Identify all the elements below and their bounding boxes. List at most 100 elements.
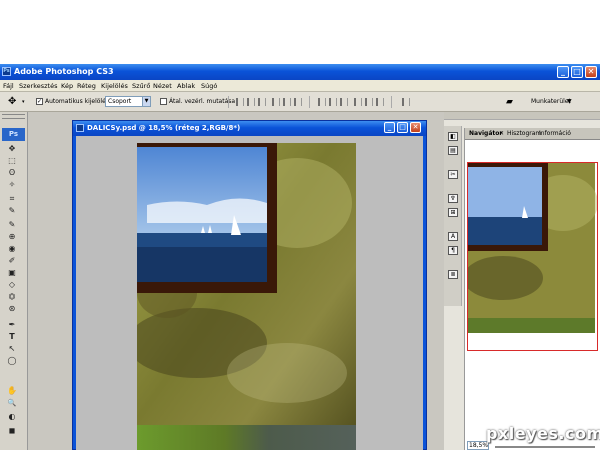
align-vcenter-icon[interactable] xyxy=(247,98,255,106)
brush-tool-icon[interactable]: ⊕ xyxy=(7,232,17,242)
document-title: DALICSy.psd @ 18,5% (réteg 2,RGB/8*) xyxy=(87,124,241,132)
healing-brush-tool-icon[interactable]: ✎ xyxy=(7,220,17,230)
type-tool-icon[interactable]: T xyxy=(7,332,17,342)
collapsed-panel-strip: ◧ ▤ ✂ ♆ ⊞ A ¶ ≣ xyxy=(444,126,462,306)
doc-maximize-button[interactable]: □ xyxy=(397,122,408,133)
navigator-panel: Navigátor ✕ Hisztogram Információ 18,5% xyxy=(464,128,600,450)
close-button[interactable]: ✕ xyxy=(585,66,597,78)
distribute-right-icon[interactable] xyxy=(376,98,384,106)
marquee-tool-icon[interactable]: ⬚ xyxy=(7,156,17,166)
auto-select-value: Csoport xyxy=(108,98,132,105)
show-transform-checkbox[interactable] xyxy=(160,98,167,105)
document-workspace xyxy=(76,136,423,450)
zoom-tool-icon[interactable]: 🔍 xyxy=(7,398,17,408)
auto-select-dropdown[interactable]: Csoport ▼ xyxy=(105,96,151,107)
workspace-menu[interactable]: Munkaterület xyxy=(531,98,571,105)
app-titlebar[interactable]: Ps Adobe Photoshop CS3 _ □ ✕ xyxy=(0,64,600,80)
auto-align-icon[interactable] xyxy=(402,98,410,106)
separator xyxy=(309,96,310,108)
move-tool-preset-icon[interactable]: ✥ xyxy=(8,96,16,107)
doc-close-button[interactable]: ✕ xyxy=(410,122,421,133)
watermark: pxleyes.com xyxy=(486,424,600,443)
magic-wand-tool-icon[interactable]: ✧ xyxy=(7,180,17,190)
menu-file[interactable]: Fájl xyxy=(3,82,14,90)
menu-layer[interactable]: Réteg xyxy=(77,82,96,90)
toolbox: Ps ✥ ⬚ ʘ ✧ ⌗ ✎ ✎ ⊕ ◉ ✐ ▣ ◇ ⏣ ⊛ ✒ T ↖ ◯ ✋ xyxy=(0,112,28,450)
distribute-top-icon[interactable] xyxy=(318,98,326,106)
path-selection-tool-icon[interactable]: ↖ xyxy=(7,344,17,354)
move-tool-icon[interactable]: ✥ xyxy=(7,144,17,154)
photoshop-window: Ps Adobe Photoshop CS3 _ □ ✕ Fájl Szerke… xyxy=(0,64,600,450)
photoshop-app-icon: Ps xyxy=(2,67,11,76)
photoshop-logo: Ps xyxy=(2,128,25,141)
bridge-icon[interactable]: ▰ xyxy=(506,97,513,107)
align-left-icon[interactable] xyxy=(272,98,280,106)
tab-navigator[interactable]: Navigátor xyxy=(469,130,502,137)
panel-tabs: Navigátor ✕ Hisztogram Információ xyxy=(465,128,600,140)
auto-select-label: Automatikus kijelölés: xyxy=(45,98,111,105)
lasso-tool-icon[interactable]: ʘ xyxy=(7,168,17,178)
layers-icon[interactable]: ◧ xyxy=(448,132,458,141)
tab-info[interactable]: Információ xyxy=(539,130,571,137)
shape-tool-icon[interactable]: ◯ xyxy=(7,356,17,366)
channels-icon[interactable]: ▤ xyxy=(448,146,458,155)
minimize-button[interactable]: _ xyxy=(557,66,569,78)
crop-tool-icon[interactable]: ⌗ xyxy=(7,194,17,204)
tab-close-icon[interactable]: ✕ xyxy=(499,130,504,137)
gradient-tool-icon[interactable]: ◇ xyxy=(7,280,17,290)
distribute-hcenter-icon[interactable] xyxy=(365,98,373,106)
toolbox-grip[interactable] xyxy=(2,114,25,119)
navigator-preview[interactable] xyxy=(467,162,598,351)
chevron-down-icon[interactable]: ▾ xyxy=(22,99,25,105)
tool-presets-icon[interactable]: ✂ xyxy=(448,170,458,179)
separator xyxy=(228,96,229,108)
hand-tool-icon[interactable]: ✋ xyxy=(7,386,17,396)
clone-stamp-tool-icon[interactable]: ◉ xyxy=(7,244,17,254)
show-transform-label: Átal. vezérl. mutatása xyxy=(169,98,236,105)
menu-window[interactable]: Ablak xyxy=(177,82,195,90)
chevron-down-icon[interactable]: ▼ xyxy=(567,98,572,105)
distribute-vcenter-icon[interactable] xyxy=(329,98,337,106)
doc-minimize-button[interactable]: _ xyxy=(384,122,395,133)
foreground-color-swatch[interactable]: ◼ xyxy=(7,426,17,436)
app-title: Adobe Photoshop CS3 xyxy=(14,67,114,76)
menu-edit[interactable]: Szerkesztés xyxy=(19,82,57,90)
maximize-button[interactable]: □ xyxy=(571,66,583,78)
document-icon xyxy=(76,124,84,132)
distribute-bottom-icon[interactable] xyxy=(340,98,348,106)
menu-select[interactable]: Kijelölés xyxy=(101,82,128,90)
dodge-tool-icon[interactable]: ⊛ xyxy=(7,304,17,314)
pen-tool-icon[interactable]: ✒ xyxy=(7,320,17,330)
tab-histogram[interactable]: Hisztogram xyxy=(507,130,541,137)
align-hcenter-icon[interactable] xyxy=(283,98,291,106)
options-bar: ✥ ▾ ✓ Automatikus kijelölés: Csoport ▼ Á… xyxy=(0,92,600,112)
align-bottom-icon[interactable] xyxy=(258,98,266,106)
actions-icon[interactable]: ⊞ xyxy=(448,208,458,217)
auto-select-checkbox[interactable]: ✓ xyxy=(36,98,43,105)
character-icon[interactable]: A xyxy=(448,232,458,241)
distribute-left-icon[interactable] xyxy=(354,98,362,106)
info-panel-icon[interactable]: ≣ xyxy=(448,270,458,279)
clone-source-icon[interactable]: ♆ xyxy=(448,194,458,203)
color-swap-icon[interactable]: ◐ xyxy=(7,412,17,422)
document-titlebar[interactable]: DALICSy.psd @ 18,5% (réteg 2,RGB/8*) _ □… xyxy=(73,121,426,136)
menu-bar: Fájl Szerkesztés Kép Réteg Kijelölés Szű… xyxy=(0,80,600,92)
image-canvas[interactable] xyxy=(137,143,356,450)
paragraph-icon[interactable]: ¶ xyxy=(448,246,458,255)
document-window: DALICSy.psd @ 18,5% (réteg 2,RGB/8*) _ □… xyxy=(72,120,427,450)
blur-tool-icon[interactable]: ⏣ xyxy=(7,292,17,302)
menu-help[interactable]: Súgó xyxy=(201,82,217,90)
screenshot-stage: Ps Adobe Photoshop CS3 _ □ ✕ Fájl Szerke… xyxy=(0,0,600,450)
align-top-icon[interactable] xyxy=(236,98,244,106)
menu-image[interactable]: Kép xyxy=(61,82,73,90)
eraser-tool-icon[interactable]: ▣ xyxy=(7,268,17,278)
dock-header[interactable] xyxy=(444,112,600,120)
align-right-icon[interactable] xyxy=(294,98,302,106)
zoom-slider[interactable] xyxy=(495,446,595,448)
eyedropper-tool-icon[interactable]: ✎ xyxy=(7,206,17,216)
history-brush-tool-icon[interactable]: ✐ xyxy=(7,256,17,266)
menu-filter[interactable]: Szűrő xyxy=(132,82,150,90)
chevron-down-icon: ▼ xyxy=(142,97,150,106)
separator xyxy=(391,96,392,108)
menu-view[interactable]: Nézet xyxy=(153,82,172,90)
